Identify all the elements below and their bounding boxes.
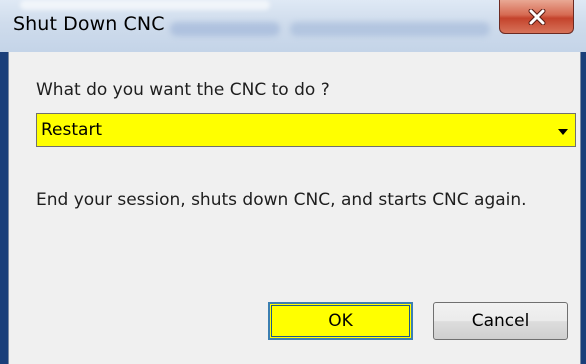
prompt-label: What do you want the CNC to do ? xyxy=(36,80,330,100)
action-dropdown[interactable]: Restart xyxy=(36,113,576,147)
action-description: End your session, shuts down CNC, and st… xyxy=(36,190,527,210)
shut-down-dialog: Shut Down CNC What do you want the CNC t… xyxy=(0,0,586,364)
title-bar-glass-blur xyxy=(170,22,280,36)
close-icon xyxy=(527,8,547,25)
title-bar-glass-highlight xyxy=(20,0,270,10)
ok-button[interactable]: OK xyxy=(268,302,413,340)
cancel-button-label: Cancel xyxy=(471,311,530,331)
cancel-button[interactable]: Cancel xyxy=(433,302,568,340)
window-title: Shut Down CNC xyxy=(13,13,165,35)
dropdown-arrow-button[interactable] xyxy=(553,116,573,144)
dialog-body: What do you want the CNC to do ? Restart… xyxy=(8,52,581,364)
chevron-down-icon xyxy=(557,121,569,140)
title-bar[interactable]: Shut Down CNC xyxy=(0,0,586,52)
ok-button-label: OK xyxy=(328,311,353,331)
title-bar-glass-blur xyxy=(290,22,490,36)
close-button[interactable] xyxy=(499,0,574,34)
action-dropdown-value: Restart xyxy=(41,120,103,140)
